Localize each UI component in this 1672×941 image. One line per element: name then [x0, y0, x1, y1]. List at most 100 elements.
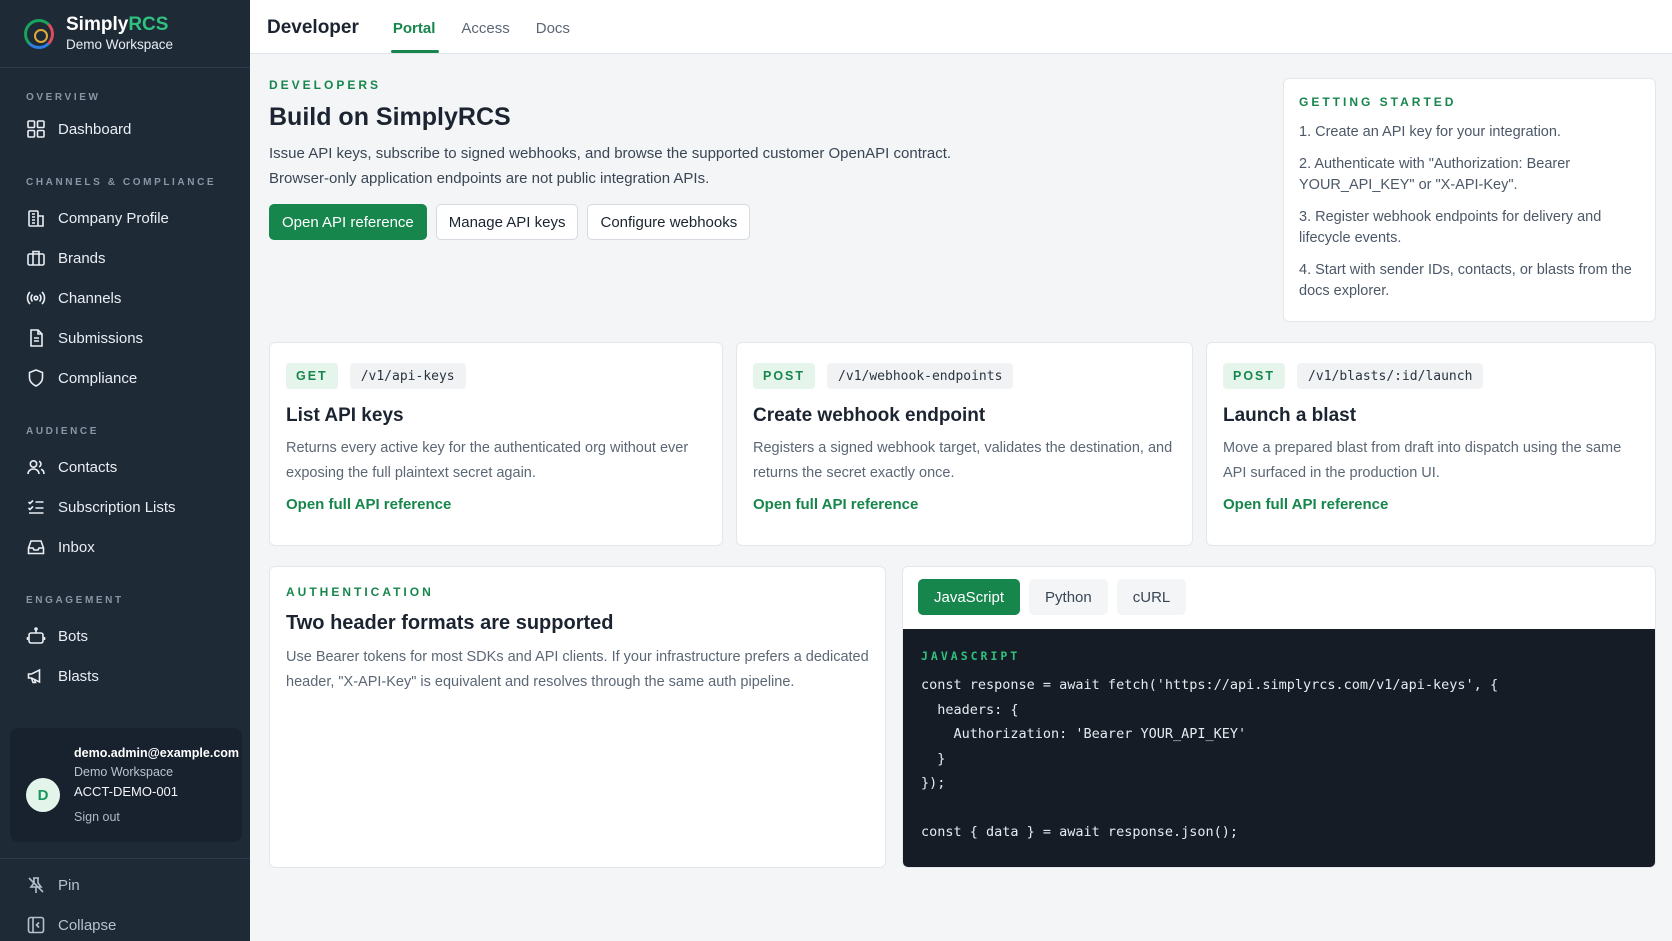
manage-api-keys-button[interactable]: Manage API keys [435, 204, 579, 240]
endpoint-title: Create webhook endpoint [753, 405, 986, 426]
method-badge: GET [286, 363, 338, 389]
sidebar-item-channels[interactable]: Channels [0, 278, 250, 318]
code-language-label: JAVASCRIPT [921, 649, 1021, 663]
sidebar-item-label: Compliance [58, 369, 138, 387]
sign-out-link[interactable]: Sign out [74, 807, 239, 827]
method-badge: POST [753, 363, 816, 389]
code-language-tabs: JavaScript Python cURL [903, 567, 1655, 629]
collapse-button[interactable]: Collapse [0, 905, 250, 941]
tab-javascript[interactable]: JavaScript [918, 579, 1021, 615]
sidebar-item-contacts[interactable]: Contacts [0, 447, 250, 487]
authentication-eyebrow: AUTHENTICATION [286, 585, 434, 599]
endpoint-path: /v1/api-keys [349, 363, 466, 389]
hero-section: DEVELOPERS Build on SimplyRCS Issue API … [269, 78, 1009, 240]
tab-portal[interactable]: Portal [390, 0, 439, 53]
list-item: 1. Create an API key for your integratio… [1299, 124, 1561, 140]
endpoint-card-launch-blast: POST /v1/blasts/:id/launch Launch a blas… [1206, 342, 1656, 546]
nav-section-audience: AUDIENCE [26, 426, 100, 437]
sidebar-item-label: Blasts [58, 667, 99, 685]
collapse-icon [27, 916, 45, 934]
sidebar-item-subscription-lists[interactable]: Subscription Lists [0, 487, 250, 527]
endpoint-card-list-api-keys: GET /v1/api-keys List API keys Returns e… [269, 342, 723, 546]
inbox-icon [27, 540, 45, 555]
open-api-reference-button[interactable]: Open API reference [269, 204, 427, 240]
checklist-icon [27, 499, 44, 514]
endpoint-description: Returns every active key for the authent… [286, 440, 689, 481]
sidebar-bottom: Pin Collapse [0, 858, 250, 941]
sidebar-item-label: Brands [58, 249, 106, 267]
bot-icon [26, 627, 46, 644]
users-icon [27, 459, 45, 475]
code-snippet[interactable]: const response = await fetch('https://ap… [921, 673, 1639, 845]
brand-name: SimplyRCS [66, 13, 169, 35]
hero-actions: Open API reference Manage API keys Confi… [269, 204, 1009, 240]
nav-section-channels: CHANNELS & COMPLIANCE [26, 177, 217, 188]
user-workspace: Demo Workspace [74, 765, 174, 779]
endpoint-path: /v1/webhook-endpoints [827, 363, 1014, 389]
sidebar-item-inbox[interactable]: Inbox [0, 527, 250, 567]
shield-icon [28, 369, 44, 387]
tab-access[interactable]: Access [461, 0, 509, 53]
page-title: Developer [267, 17, 359, 38]
user-card: D demo.admin@example.com Demo Workspace … [10, 728, 242, 842]
sidebar-item-company-profile[interactable]: Company Profile [0, 198, 250, 238]
avatar[interactable]: D [26, 778, 60, 812]
sidebar-item-label: Inbox [58, 538, 95, 556]
endpoint-description: Move a prepared blast from draft into di… [1223, 440, 1622, 481]
code-sample-card: JavaScript Python cURL JAVASCRIPT const … [902, 566, 1656, 868]
workspace-name: Demo Workspace [66, 36, 174, 52]
pin-button[interactable]: Pin [0, 865, 250, 905]
pin-off-icon [28, 877, 44, 893]
user-email: demo.admin@example.com [74, 746, 240, 760]
endpoint-description: Registers a signed webhook target, valid… [753, 440, 1173, 481]
authentication-title: Two header formats are supported [286, 612, 614, 634]
endpoint-title: List API keys [286, 405, 404, 426]
list-item: 3. Register webhook endpoints for delive… [1299, 209, 1602, 246]
open-full-api-reference-link[interactable]: Open full API reference [753, 496, 1176, 513]
list-item: 2. Authenticate with "Authorization: Bea… [1299, 156, 1571, 193]
code-block: JAVASCRIPT const response = await fetch(… [903, 629, 1655, 867]
sidebar-item-label: Subscription Lists [58, 498, 176, 516]
getting-started-steps: 1. Create an API key for your integratio… [1299, 122, 1639, 302]
endpoint-title: Launch a blast [1223, 405, 1357, 426]
tab-curl[interactable]: cURL [1116, 579, 1187, 615]
sidebar-item-label: Dashboard [58, 120, 132, 138]
hero-description: Issue API keys, subscribe to signed webh… [269, 145, 952, 187]
authentication-card: AUTHENTICATION Two header formats are su… [269, 566, 886, 868]
configure-webhooks-button[interactable]: Configure webhooks [587, 204, 751, 240]
authentication-description: Use Bearer tokens for most SDKs and API … [286, 649, 869, 690]
sidebar-item-compliance[interactable]: Compliance [0, 358, 250, 398]
open-full-api-reference-link[interactable]: Open full API reference [1223, 496, 1639, 513]
building-icon [28, 210, 44, 227]
collapse-label: Collapse [58, 916, 117, 934]
open-full-api-reference-link[interactable]: Open full API reference [286, 496, 706, 513]
top-bar: Developer Portal Access Docs [250, 0, 1672, 54]
sidebar-item-bots[interactable]: Bots [0, 616, 250, 656]
document-icon [30, 329, 43, 347]
sidebar-item-brands[interactable]: Brands [0, 238, 250, 278]
nav-section-overview: OVERVIEW [26, 92, 101, 103]
sidebar-item-label: Company Profile [58, 209, 169, 227]
hero-eyebrow: DEVELOPERS [269, 78, 382, 92]
brand[interactable]: SimplyRCS Demo Workspace [0, 0, 250, 68]
megaphone-icon [27, 668, 41, 684]
endpoint-path: /v1/blasts/:id/launch [1297, 363, 1484, 389]
sidebar-item-blasts[interactable]: Blasts [0, 656, 250, 696]
sidebar-item-label: Contacts [58, 458, 118, 476]
method-badge: POST [1223, 363, 1286, 389]
sidebar-item-label: Submissions [58, 329, 144, 347]
simplyrcs-logo-icon [24, 18, 54, 49]
briefcase-icon [27, 250, 45, 266]
getting-started-title: GETTING STARTED [1299, 95, 1457, 109]
tab-docs[interactable]: Docs [536, 0, 570, 53]
pin-label: Pin [58, 876, 80, 894]
sidebar: SimplyRCS Demo Workspace OVERVIEW Dashbo… [0, 0, 250, 941]
sidebar-item-label: Channels [58, 289, 122, 307]
getting-started-card: GETTING STARTED 1. Create an API key for… [1283, 78, 1656, 322]
list-item: 4. Start with sender IDs, contacts, or b… [1299, 262, 1632, 299]
grid-icon [27, 120, 45, 138]
sidebar-item-submissions[interactable]: Submissions [0, 318, 250, 358]
sidebar-item-dashboard[interactable]: Dashboard [0, 109, 250, 149]
hero-title: Build on SimplyRCS [269, 103, 511, 131]
tab-python[interactable]: Python [1029, 579, 1108, 615]
